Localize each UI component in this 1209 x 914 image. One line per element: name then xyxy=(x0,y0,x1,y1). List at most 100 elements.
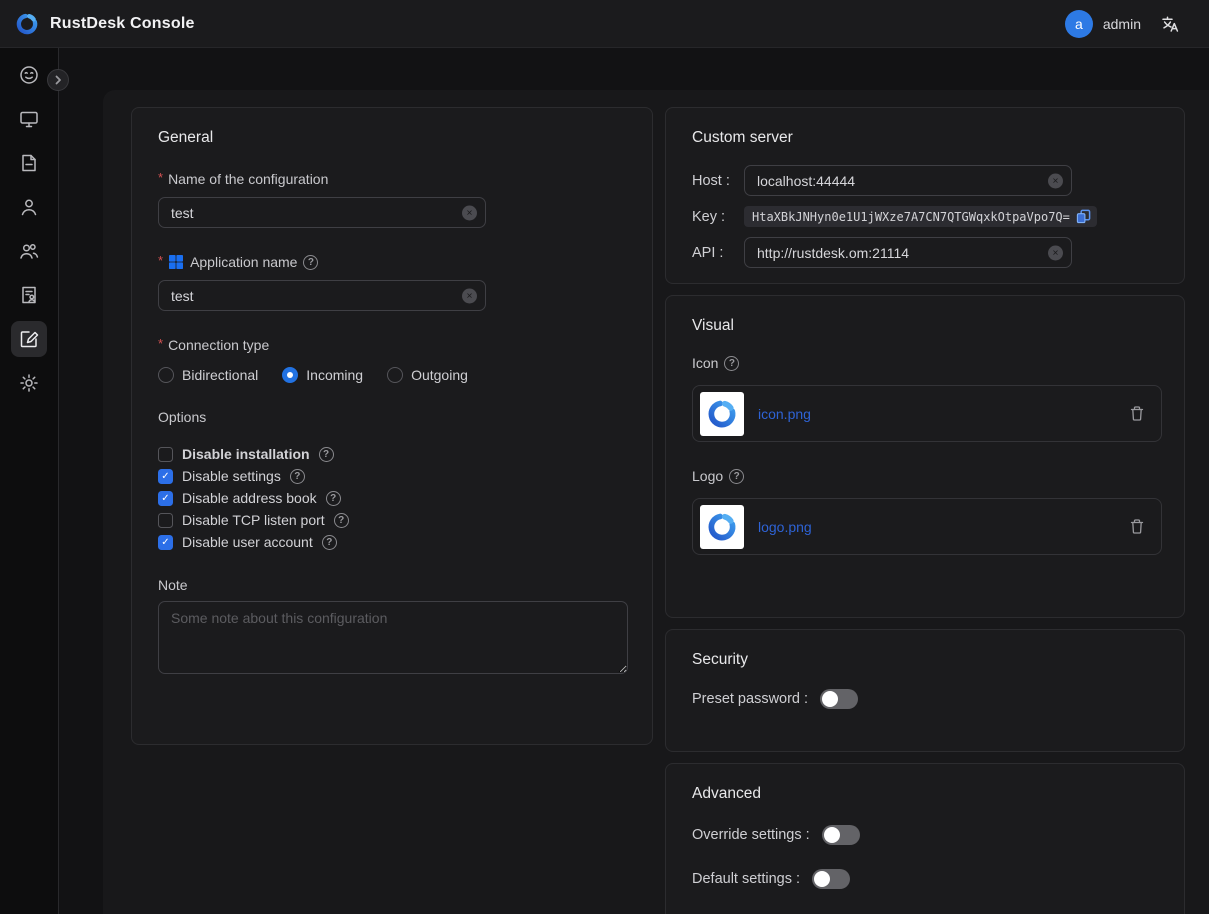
visual-panel: Visual Icon icon.png Logo xyxy=(665,295,1185,618)
sidebar-item-devices[interactable] xyxy=(11,101,47,137)
translate-icon[interactable] xyxy=(1159,13,1181,35)
connection-type-radio[interactable]: Outgoing xyxy=(387,367,468,383)
clear-icon[interactable] xyxy=(1048,173,1063,188)
connection-type-radio[interactable]: Incoming xyxy=(282,367,363,383)
chevron-right-icon xyxy=(53,75,63,85)
override-settings-row: Override settings : xyxy=(692,825,1158,845)
copy-icon[interactable] xyxy=(1076,209,1091,224)
sidebar-item-dashboard[interactable] xyxy=(11,57,47,93)
host-label: Host : xyxy=(692,173,744,189)
main-content: General * Name of the configuration * Ap… xyxy=(103,90,1209,914)
visual-title: Visual xyxy=(692,317,1158,335)
preset-password-row: Preset password : xyxy=(692,689,1158,709)
sidebar-item-groups[interactable] xyxy=(11,233,47,269)
option-disable-installation[interactable]: Disable installation xyxy=(158,443,626,465)
user-menu[interactable]: a admin xyxy=(1065,10,1141,38)
note-label: Note xyxy=(158,577,626,593)
icon-file-link[interactable]: icon.png xyxy=(758,406,811,422)
option-disable-user-account[interactable]: Disable user account xyxy=(158,531,626,553)
checkbox-icon xyxy=(158,469,173,484)
host-field xyxy=(744,165,1072,196)
windows-icon xyxy=(168,254,184,270)
help-icon[interactable] xyxy=(303,255,318,270)
radio-icon xyxy=(387,367,403,383)
app-name-input[interactable] xyxy=(158,280,486,311)
default-settings-toggle[interactable] xyxy=(812,869,850,889)
sidebar-expand-button[interactable] xyxy=(47,69,69,91)
user-icon xyxy=(18,196,40,218)
preset-password-label: Preset password : xyxy=(692,691,808,707)
top-bar: RustDesk Console a admin xyxy=(0,0,1209,48)
help-icon[interactable] xyxy=(290,469,305,484)
radio-icon xyxy=(282,367,298,383)
app-name-label: * Application name xyxy=(158,254,626,270)
override-settings-toggle[interactable] xyxy=(822,825,860,845)
note-textarea[interactable] xyxy=(158,601,628,674)
logo-file-card: logo.png xyxy=(692,498,1162,555)
clear-icon[interactable] xyxy=(1048,245,1063,260)
app-title: RustDesk Console xyxy=(50,15,195,33)
sidebar-item-custom-clients[interactable] xyxy=(11,321,47,357)
required-asterisk: * xyxy=(158,253,163,268)
sidebar-item-settings[interactable] xyxy=(11,365,47,401)
help-icon[interactable] xyxy=(322,535,337,550)
option-disable-settings[interactable]: Disable settings xyxy=(158,465,626,487)
help-icon[interactable] xyxy=(334,513,349,528)
security-title: Security xyxy=(692,651,1158,669)
checkbox-icon xyxy=(158,491,173,506)
rustdesk-logo-icon xyxy=(705,397,739,431)
override-settings-label: Override settings : xyxy=(692,827,810,843)
help-icon[interactable] xyxy=(724,356,739,371)
config-name-label: * Name of the configuration xyxy=(158,171,626,187)
app-name-field xyxy=(158,280,486,311)
config-name-input[interactable] xyxy=(158,197,486,228)
rustdesk-logo-icon xyxy=(14,11,40,37)
radio-icon xyxy=(158,367,174,383)
help-icon[interactable] xyxy=(729,469,744,484)
connection-type-group: Bidirectional Incoming Outgoing xyxy=(158,367,626,383)
default-settings-label: Default settings : xyxy=(692,871,800,887)
clear-icon[interactable] xyxy=(462,205,477,220)
edit-icon xyxy=(18,328,40,350)
brand: RustDesk Console xyxy=(14,11,195,37)
trash-icon[interactable] xyxy=(1129,518,1145,535)
required-asterisk: * xyxy=(158,170,163,185)
api-input[interactable] xyxy=(744,237,1072,268)
logo-file-link[interactable]: logo.png xyxy=(758,519,812,535)
connection-type-label: * Connection type xyxy=(158,337,626,353)
default-settings-row: Default settings : xyxy=(692,869,1158,889)
icon-file-card: icon.png xyxy=(692,385,1162,442)
trash-icon[interactable] xyxy=(1129,405,1145,422)
logo-thumbnail xyxy=(700,505,744,549)
advanced-title: Advanced xyxy=(692,785,1158,803)
connection-type-radio[interactable]: Bidirectional xyxy=(158,367,258,383)
key-value: HtaXBkJNHyn0e1U1jWXze7A7CN7QTGWqxkOtpaVp… xyxy=(752,210,1070,224)
host-input[interactable] xyxy=(744,165,1072,196)
smiley-icon xyxy=(18,64,40,86)
checkbox-icon xyxy=(158,535,173,550)
checkbox-icon xyxy=(158,513,173,528)
sidebar-item-users[interactable] xyxy=(11,189,47,225)
logo-label: Logo xyxy=(692,468,1158,484)
help-icon[interactable] xyxy=(326,491,341,506)
sidebar-item-audit[interactable] xyxy=(11,145,47,181)
help-icon[interactable] xyxy=(319,447,334,462)
document-icon xyxy=(18,152,40,174)
option-disable-address-book[interactable]: Disable address book xyxy=(158,487,626,509)
api-field xyxy=(744,237,1072,268)
security-panel: Security Preset password : xyxy=(665,629,1185,752)
options-label: Options xyxy=(158,409,626,425)
gear-icon xyxy=(18,372,40,394)
custom-server-title: Custom server xyxy=(692,129,1158,147)
required-asterisk: * xyxy=(158,336,163,351)
sidebar-item-address-books[interactable] xyxy=(11,277,47,313)
avatar[interactable]: a xyxy=(1065,10,1093,38)
clear-icon[interactable] xyxy=(462,288,477,303)
option-disable-tcp-listen-port[interactable]: Disable TCP listen port xyxy=(158,509,626,531)
rustdesk-logo-icon xyxy=(705,510,739,544)
key-value-box[interactable]: HtaXBkJNHyn0e1U1jWXze7A7CN7QTGWqxkOtpaVp… xyxy=(744,206,1097,227)
preset-password-toggle[interactable] xyxy=(820,689,858,709)
icon-label: Icon xyxy=(692,355,1158,371)
user-name: admin xyxy=(1103,16,1141,32)
advanced-panel: Advanced Override settings : Default set… xyxy=(665,763,1185,914)
